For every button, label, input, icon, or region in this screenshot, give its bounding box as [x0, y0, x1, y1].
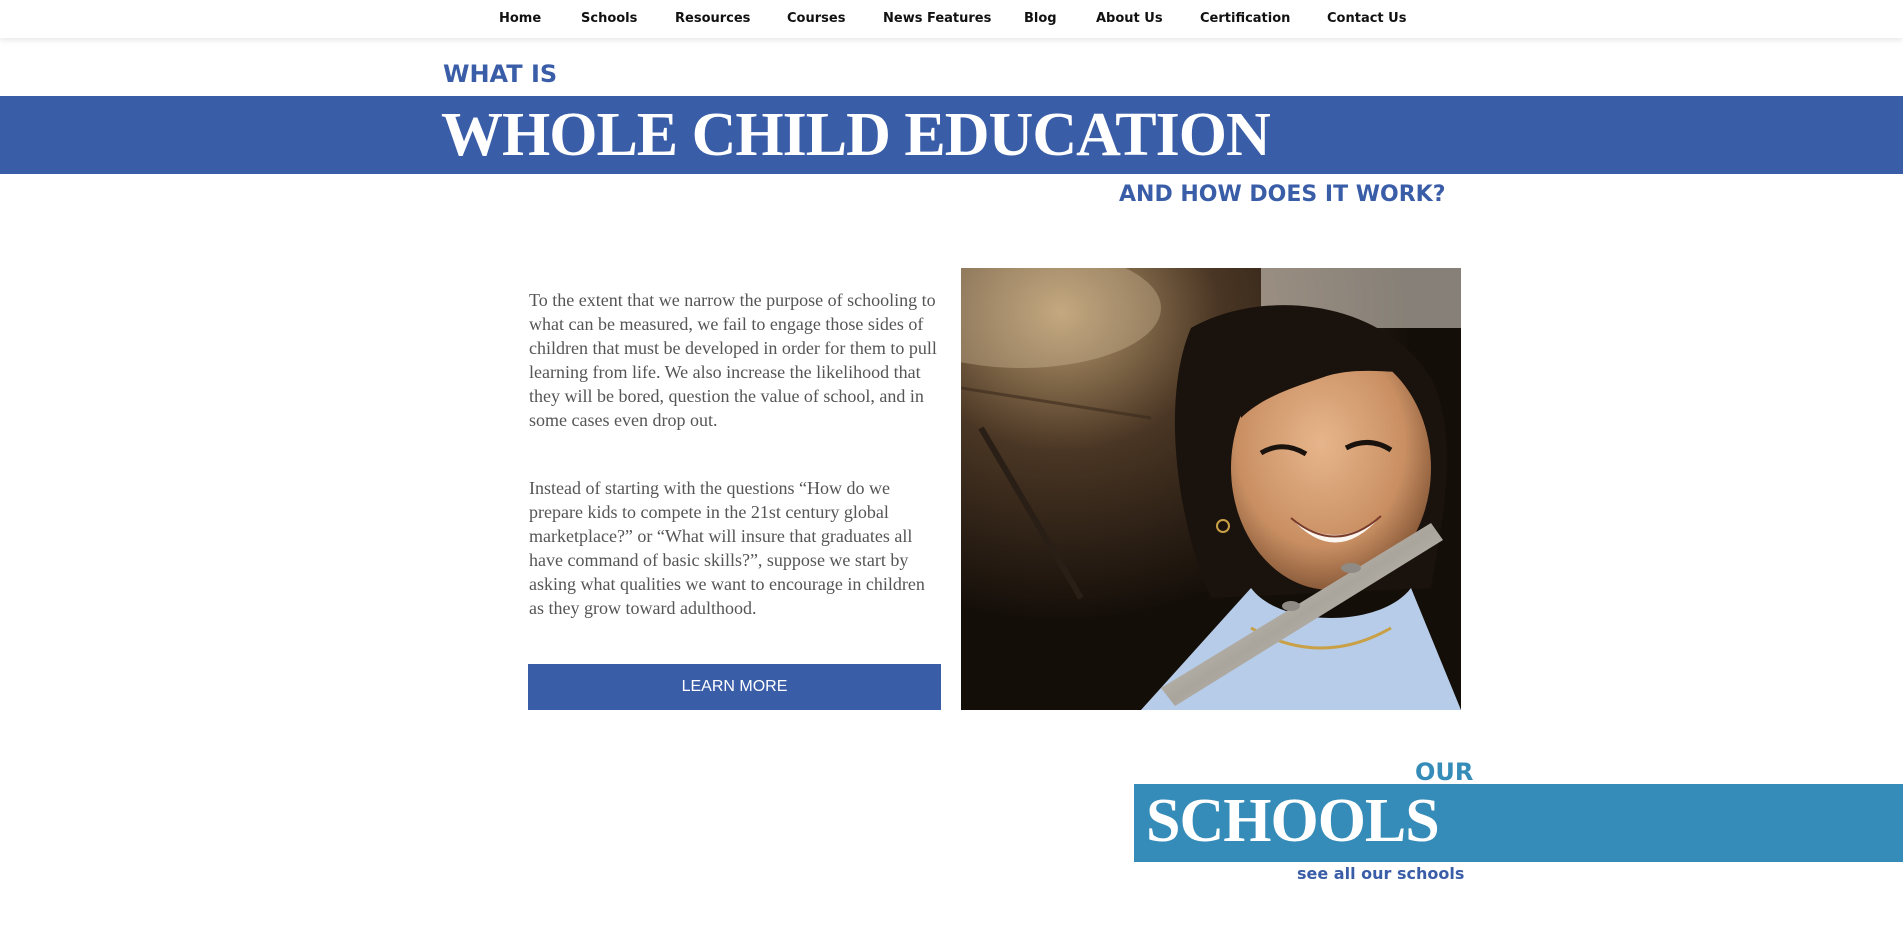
nav-schools-link[interactable]: Schools — [581, 11, 637, 26]
nav-contact-us-link[interactable]: Contact Us — [1327, 11, 1406, 26]
nav-resources-link[interactable]: Resources — [675, 11, 750, 26]
see-all-schools-link[interactable]: see all our schools — [1297, 864, 1464, 883]
intro-paragraph-1: To the extent that we narrow the purpose… — [529, 290, 937, 430]
nav-about-us-link[interactable]: About Us — [1096, 11, 1163, 26]
learn-more-button[interactable]: LEARN MORE — [528, 664, 941, 710]
top-navigation: Home Schools Resources Courses News Feat… — [0, 0, 1903, 38]
hero-title: WHOLE CHILD EDUCATION — [441, 101, 1271, 169]
intro-paragraph-2: Instead of starting with the questions “… — [529, 478, 925, 618]
nav-news-features-link[interactable]: News Features — [883, 11, 991, 26]
schools-title: SCHOOLS — [1146, 787, 1440, 855]
nav-home-link[interactable]: Home — [499, 11, 541, 26]
nav-courses-link[interactable]: Courses — [787, 11, 845, 26]
hero-kicker: WHAT IS — [443, 60, 558, 88]
nav-blog-link[interactable]: Blog — [1024, 11, 1057, 26]
girl-with-flute-photo — [961, 268, 1461, 710]
schools-kicker: OUR — [1415, 758, 1474, 786]
nav-certification-link[interactable]: Certification — [1200, 11, 1290, 26]
hero-subtitle: AND HOW DOES IT WORK? — [1119, 182, 1446, 207]
